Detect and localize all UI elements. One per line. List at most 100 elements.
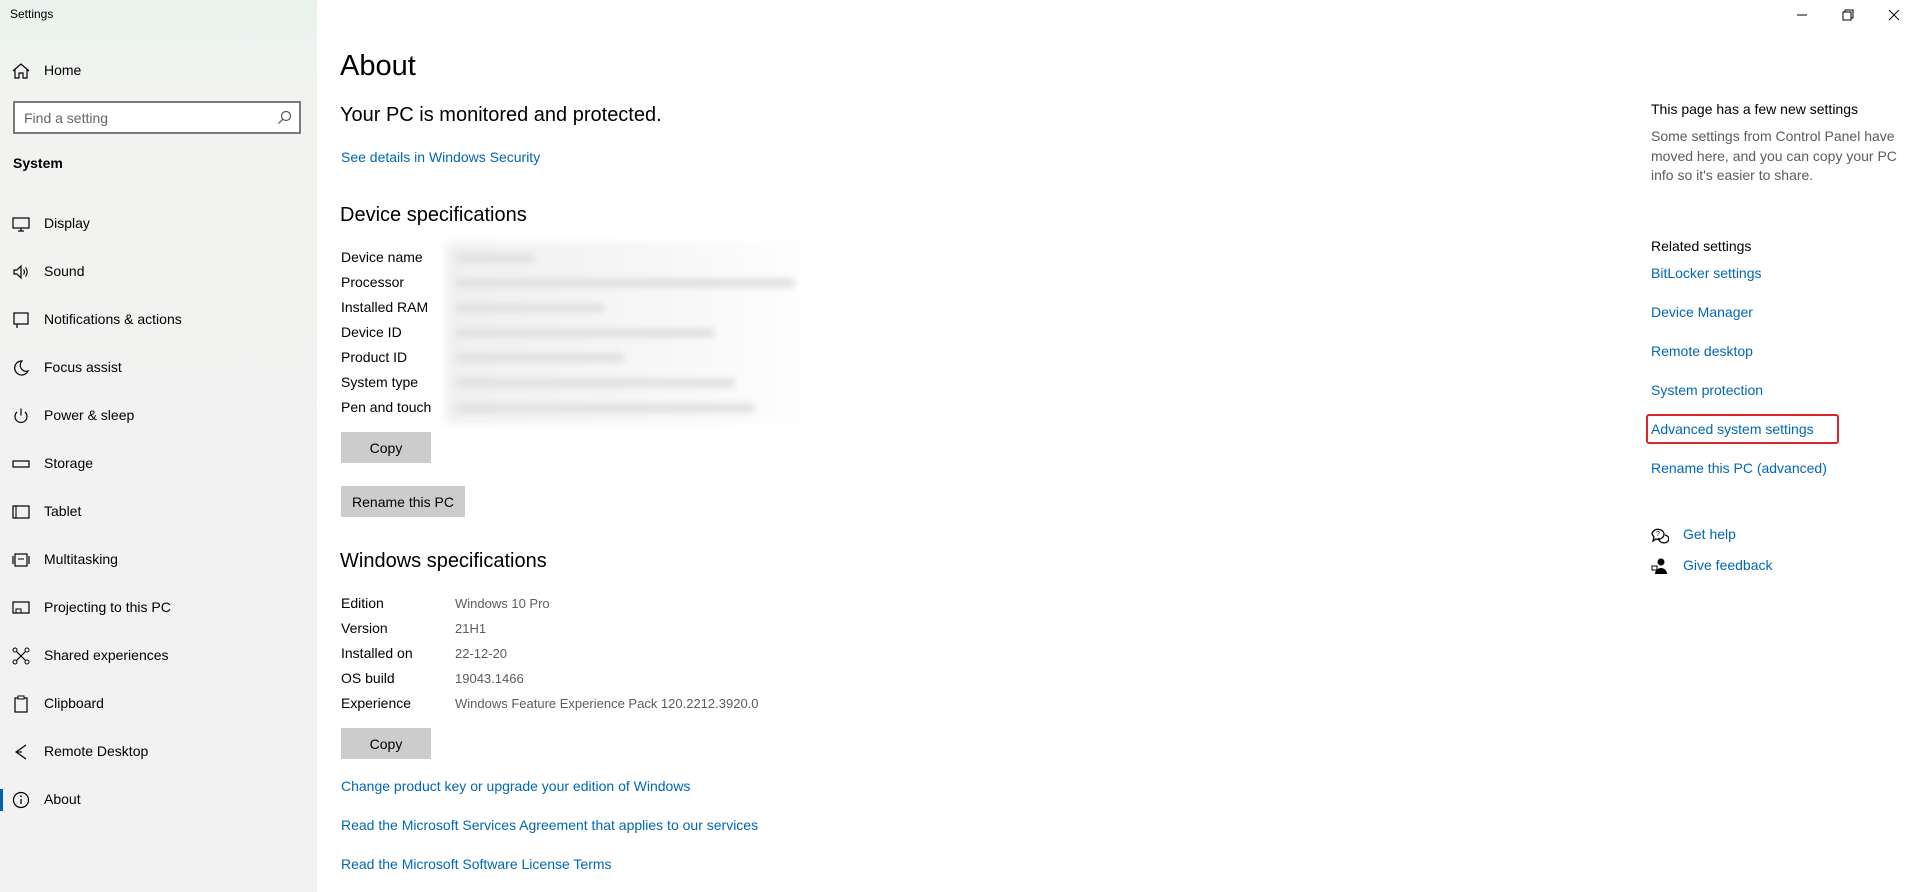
restore-icon <box>1842 9 1854 21</box>
sidebar-item-label: Shared experiences <box>44 647 169 663</box>
app-title: Settings <box>10 7 54 21</box>
spec-label-pen-touch: Pen and touch <box>341 399 432 415</box>
get-help-label[interactable]: Get help <box>1683 526 1736 542</box>
remote-desktop-link[interactable]: Remote desktop <box>1651 343 1753 359</box>
sidebar-item-label: Notifications & actions <box>44 311 182 327</box>
sidebar-item-label: Storage <box>44 455 94 471</box>
shared-icon <box>12 647 30 665</box>
sidebar-item-storage[interactable]: Storage <box>0 444 317 484</box>
sidebar-item-power-sleep[interactable]: Power & sleep <box>0 396 317 436</box>
help-chat-icon: ? <box>1651 528 1669 544</box>
related-settings-heading: Related settings <box>1651 238 1752 254</box>
sidebar-item-label: Projecting to this PC <box>44 599 171 615</box>
spec-label-experience: Experience <box>341 695 412 711</box>
system-protection-link[interactable]: System protection <box>1651 382 1763 398</box>
projecting-icon <box>12 601 30 614</box>
svg-text:?: ? <box>1656 531 1660 538</box>
sidebar: Settings Home System Display Sound <box>0 0 317 892</box>
services-agreement-link[interactable]: Read the Microsoft Services Agreement th… <box>341 817 758 833</box>
protection-message: Your PC is monitored and protected. <box>340 104 662 126</box>
device-manager-link[interactable]: Device Manager <box>1651 304 1753 320</box>
change-product-key-link[interactable]: Change product key or upgrade your editi… <box>341 778 690 794</box>
blurred-value <box>455 378 735 388</box>
sidebar-item-tablet[interactable]: Tablet <box>0 492 317 532</box>
blurred-value <box>455 253 535 263</box>
minimize-icon <box>1797 14 1807 16</box>
monitor-icon <box>12 217 30 232</box>
new-settings-heading: This page has a few new settings <box>1651 101 1859 117</box>
spec-value-edition: Windows 10 Pro <box>455 596 550 611</box>
copy-device-specs-button[interactable]: Copy <box>341 432 431 463</box>
sidebar-item-clipboard[interactable]: Clipboard <box>0 684 317 724</box>
spec-label-processor: Processor <box>341 274 405 290</box>
multitasking-icon <box>12 553 30 567</box>
sidebar-item-about[interactable]: About <box>0 780 317 820</box>
sidebar-item-notifications[interactable]: Notifications & actions <box>0 300 317 340</box>
sidebar-item-label: About <box>44 791 81 807</box>
sidebar-item-label: Focus assist <box>44 359 122 375</box>
bitlocker-settings-link[interactable]: BitLocker settings <box>1651 265 1762 281</box>
power-icon <box>14 408 28 423</box>
sidebar-item-projecting[interactable]: Projecting to this PC <box>0 588 317 628</box>
device-specs-heading: Device specifications <box>340 204 527 226</box>
sidebar-item-label: Sound <box>44 263 85 279</box>
speaker-icon <box>13 264 28 280</box>
nav-home[interactable]: Home <box>0 56 317 86</box>
spec-value-experience: Windows Feature Experience Pack 120.2212… <box>455 696 759 711</box>
spec-label-device-name: Device name <box>341 249 423 265</box>
sidebar-item-sound[interactable]: Sound <box>0 252 317 292</box>
spec-label-os-build: OS build <box>341 670 395 686</box>
notification-icon <box>13 312 29 328</box>
sidebar-item-focus-assist[interactable]: Focus assist <box>0 348 317 388</box>
advanced-system-settings-link[interactable]: Advanced system settings <box>1651 421 1814 437</box>
sidebar-item-label: Display <box>44 215 90 231</box>
blurred-value <box>455 278 795 288</box>
spec-value-os-build: 19043.1466 <box>455 671 524 686</box>
moon-icon <box>14 360 30 376</box>
spec-value-installed-on: 22-12-20 <box>455 646 508 661</box>
search-input[interactable] <box>24 108 264 127</box>
nav-home-label: Home <box>44 62 82 78</box>
storage-icon <box>12 460 30 468</box>
page-title: About <box>340 50 416 82</box>
minimize-button[interactable] <box>1779 0 1825 30</box>
close-icon <box>1888 9 1900 21</box>
windows-security-link[interactable]: See details in Windows Security <box>341 149 540 165</box>
license-terms-link[interactable]: Read the Microsoft Software License Term… <box>341 856 612 872</box>
restore-button[interactable] <box>1825 0 1871 30</box>
sidebar-item-label: Multitasking <box>44 551 118 567</box>
sidebar-item-label: Clipboard <box>44 695 104 711</box>
tablet-icon <box>12 505 30 519</box>
search-icon[interactable] <box>277 110 292 125</box>
spec-label-system-type: System type <box>341 374 419 390</box>
spec-label-product-id: Product ID <box>341 349 408 365</box>
spec-value-version: 21H1 <box>455 621 487 636</box>
feedback-icon <box>1651 558 1667 574</box>
blurred-value <box>455 353 625 363</box>
rename-pc-advanced-link[interactable]: Rename this PC (advanced) <box>1651 460 1827 476</box>
sidebar-item-label: Remote Desktop <box>44 743 149 759</box>
clipboard-icon <box>14 695 28 713</box>
spec-label-installed-ram: Installed RAM <box>341 299 429 315</box>
new-settings-text: Some settings from Control Panel have mo… <box>1651 128 1897 183</box>
home-icon <box>12 63 30 79</box>
sidebar-item-multitasking[interactable]: Multitasking <box>0 540 317 580</box>
info-icon <box>12 791 30 809</box>
section-label-system: System <box>13 155 63 171</box>
blurred-value <box>455 328 715 338</box>
window-controls <box>1779 0 1917 30</box>
sidebar-item-display[interactable]: Display <box>0 204 317 244</box>
spec-label-edition: Edition <box>341 595 384 611</box>
close-button[interactable] <box>1871 0 1917 30</box>
sidebar-item-label: Power & sleep <box>44 407 135 423</box>
sidebar-item-shared-experiences[interactable]: Shared experiences <box>0 636 317 676</box>
blurred-value <box>455 403 755 413</box>
search-box[interactable] <box>13 101 301 134</box>
sidebar-item-remote-desktop[interactable]: Remote Desktop <box>0 732 317 772</box>
give-feedback-label[interactable]: Give feedback <box>1683 557 1773 573</box>
windows-specs-heading: Windows specifications <box>340 550 547 572</box>
sidebar-item-label: Tablet <box>44 503 82 519</box>
blurred-value <box>455 303 605 313</box>
copy-windows-specs-button[interactable]: Copy <box>341 728 431 759</box>
rename-pc-button[interactable]: Rename this PC <box>341 486 465 517</box>
